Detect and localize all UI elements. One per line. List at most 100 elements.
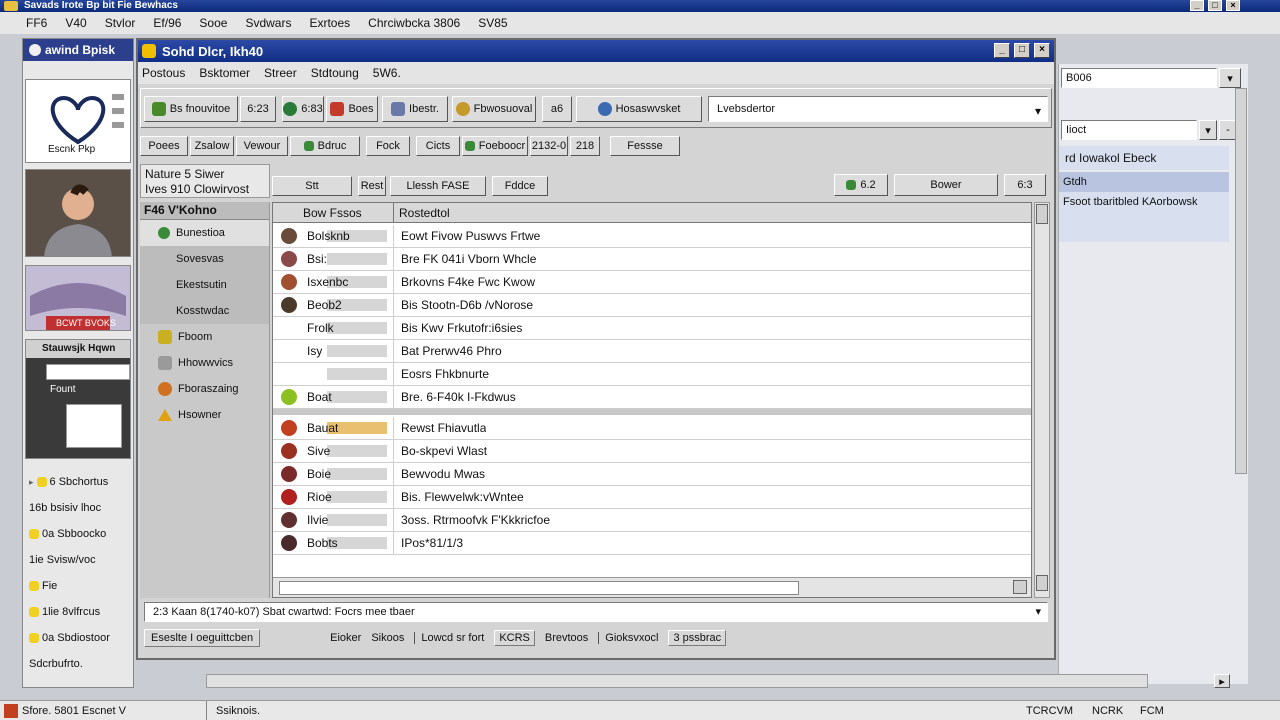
nav-item[interactable]: Hhowwvics — [140, 350, 269, 376]
toolbar-button[interactable]: Boes — [326, 96, 378, 122]
tab-item[interactable]: 218 — [570, 136, 600, 156]
action-button[interactable]: Rest — [358, 176, 386, 196]
column-divider[interactable] — [393, 203, 394, 223]
outer-scroll-button[interactable]: ▸ — [1214, 674, 1230, 688]
column-header[interactable]: Rostedtol — [399, 203, 450, 226]
table-row[interactable]: Frolk Bis Kwv Frkutofr:i6sies — [273, 317, 1031, 340]
right-field-button[interactable]: ▾ — [1199, 120, 1217, 140]
toolbar-button[interactable]: Hosaswvsket — [576, 96, 702, 122]
tree-item[interactable]: 16b bsisiv lhoc — [23, 495, 133, 521]
table-row[interactable]: Isxenbc Brkovns F4ke Fwc Kwow — [273, 271, 1031, 294]
minimize-button[interactable]: _ — [994, 43, 1010, 58]
nav-item[interactable]: Sovesvas — [140, 246, 269, 272]
stadium-photo[interactable]: BCWT BVOKS — [25, 265, 131, 331]
nav-item[interactable]: Kosstwdac — [140, 298, 269, 324]
nav-item[interactable]: Ekestsutin — [140, 272, 269, 298]
action-button[interactable]: Llessh FASE — [390, 176, 486, 196]
tree-item[interactable]: 1ie Svisw/voc — [23, 547, 133, 573]
outer-menu-item[interactable]: Ef/96 — [153, 16, 181, 30]
action-button[interactable]: Stt — [272, 176, 352, 196]
status-field[interactable]: 2:3 Kaan 8(1740-k07) Sbat cwartwd: Focrs… — [144, 602, 1048, 622]
tree-item[interactable]: 0a Sbboocko — [23, 521, 133, 547]
nav-item-active[interactable]: Bunestioa — [140, 220, 269, 246]
vertical-scrollbar[interactable] — [1034, 202, 1050, 598]
dropdown-arrow-icon[interactable]: ▾ — [1035, 603, 1041, 621]
nav-item[interactable]: Fboraszaing — [140, 376, 269, 402]
table-row[interactable]: Boie Bewvodu Mwas — [273, 463, 1031, 486]
bottom-item[interactable]: Gioksvxocl — [598, 632, 658, 644]
action-button[interactable]: Fddce — [492, 176, 548, 196]
table-row[interactable]: Eosrs Fhkbnurte — [273, 363, 1031, 386]
outer-minimize-button[interactable]: _ — [1190, 0, 1204, 11]
nav-item[interactable]: Fboom — [140, 324, 269, 350]
person-photo[interactable] — [25, 169, 131, 257]
tab-item[interactable]: Foeboocr — [462, 136, 528, 156]
scroll-up-button[interactable] — [1036, 204, 1048, 224]
maximize-button[interactable]: □ — [1014, 43, 1030, 58]
column-header[interactable]: Bow Fssos — [303, 203, 362, 226]
menu-item[interactable]: Postous — [142, 66, 185, 80]
menu-item[interactable]: Stdtoung — [311, 66, 359, 80]
outer-close-button[interactable]: × — [1226, 0, 1240, 11]
tab-item[interactable]: Cicts — [416, 136, 460, 156]
toolbar-button[interactable]: 6:83 — [282, 96, 324, 122]
bottom-left-field[interactable]: Eseslte I oeguittcben — [144, 629, 261, 647]
table-row[interactable]: Rioe Bis. Flewvelwk:vWntee — [273, 486, 1031, 509]
right-panel-row[interactable]: Gtdh — [1059, 172, 1229, 192]
table-row[interactable]: Ilvie 3oss. Rtrmoofvk F'Kkkricfoe — [273, 509, 1031, 532]
right-field[interactable]: B006 — [1061, 68, 1217, 88]
tab-item[interactable]: Fessse — [610, 136, 680, 156]
tree-item[interactable]: 1lie 8vlfrcus — [23, 599, 133, 625]
outer-menu-item[interactable]: Svdwars — [245, 16, 291, 30]
tree-item[interactable]: ▸ 6 Sbchortus — [23, 469, 133, 495]
menu-item[interactable]: Streer — [264, 66, 297, 80]
horizontal-scrollbar[interactable] — [273, 577, 1031, 597]
bottom-item[interactable]: KCRS — [494, 630, 535, 646]
search-input[interactable]: Lvebsdertor ▾ — [708, 96, 1048, 122]
right-vertical-scrollbar[interactable] — [1235, 88, 1247, 474]
outer-maximize-button[interactable]: □ — [1208, 0, 1222, 11]
action-button[interactable]: Bower — [894, 174, 998, 196]
tab-item[interactable]: Vewour — [236, 136, 288, 156]
toolbar-button[interactable]: a6 — [542, 96, 572, 122]
right-field[interactable]: Iioct — [1061, 120, 1197, 140]
outer-menu-item[interactable]: V40 — [65, 16, 86, 30]
outer-menu-item[interactable]: Sooe — [199, 16, 227, 30]
tree-item[interactable]: 0a Sbdiostoor — [23, 625, 133, 651]
dropdown-arrow-icon[interactable]: ▾ — [1035, 99, 1041, 123]
tab-item[interactable]: Bdruc — [290, 136, 360, 156]
sub-tab-panel[interactable]: Nature 5 Siwer Ives 910 Clowirvost — [140, 164, 270, 198]
outer-menu-item[interactable]: Exrtoes — [309, 16, 350, 30]
table-row[interactable]: Beob2 Bis Stootn-D6b /vNorose — [273, 294, 1031, 317]
outer-menu-item[interactable]: Stvlor — [105, 16, 136, 30]
table-row[interactable]: Bolsknb Eowt Fivow Puswvs Frtwe — [273, 225, 1031, 248]
outer-horizontal-scrollbar[interactable] — [206, 674, 1148, 688]
mini-window-thumbnail[interactable]: Stauwsjk Hqwn Fount — [25, 339, 131, 459]
action-button[interactable]: 6.2 — [834, 174, 888, 196]
menu-item[interactable]: Bsktomer — [199, 66, 250, 80]
scroll-right-button[interactable] — [1013, 580, 1027, 594]
bottom-item[interactable]: 3 pssbrac — [668, 630, 727, 646]
table-row[interactable]: Boat Bre. 6-F40k I-Fkdwus — [273, 386, 1031, 409]
bottom-item[interactable]: Eioker — [330, 632, 361, 644]
toolbar-button[interactable]: 6:23 — [240, 96, 276, 122]
outer-menu-item[interactable]: SV85 — [478, 16, 507, 30]
scrollbar-thumb[interactable] — [279, 581, 799, 595]
bottom-item[interactable]: Sikoos — [371, 632, 404, 644]
logo-thumbnail[interactable]: Escnk Pkp — [25, 79, 131, 163]
outer-menu-item[interactable]: Chrciwbcka 3806 — [368, 16, 460, 30]
toolbar-button[interactable]: Bs fnouvitoe — [144, 96, 238, 122]
tab-item[interactable]: Fock — [366, 136, 410, 156]
bottom-item[interactable]: Lowcd sr fort — [414, 632, 484, 644]
toolbar-button[interactable]: Ibestr. — [382, 96, 448, 122]
table-row[interactable]: Bsi: Bre FK 041i Vborn Whcle — [273, 248, 1031, 271]
right-field-button[interactable]: ▾ — [1219, 68, 1241, 88]
right-panel-row[interactable]: Fsoot tbaritbled KAorbowsk — [1059, 192, 1229, 242]
table-row[interactable]: Bobts IPos*81/1/3 — [273, 532, 1031, 555]
tab-item[interactable]: Poees — [140, 136, 188, 156]
tab-item[interactable]: Zsalow — [190, 136, 234, 156]
action-button[interactable]: 6:3 — [1004, 174, 1046, 196]
table-row[interactable]: Sive Bo-skpevi Wlast — [273, 440, 1031, 463]
table-row[interactable]: Bauat Rewst Fhiavutla — [273, 417, 1031, 440]
close-button[interactable]: × — [1034, 43, 1050, 58]
